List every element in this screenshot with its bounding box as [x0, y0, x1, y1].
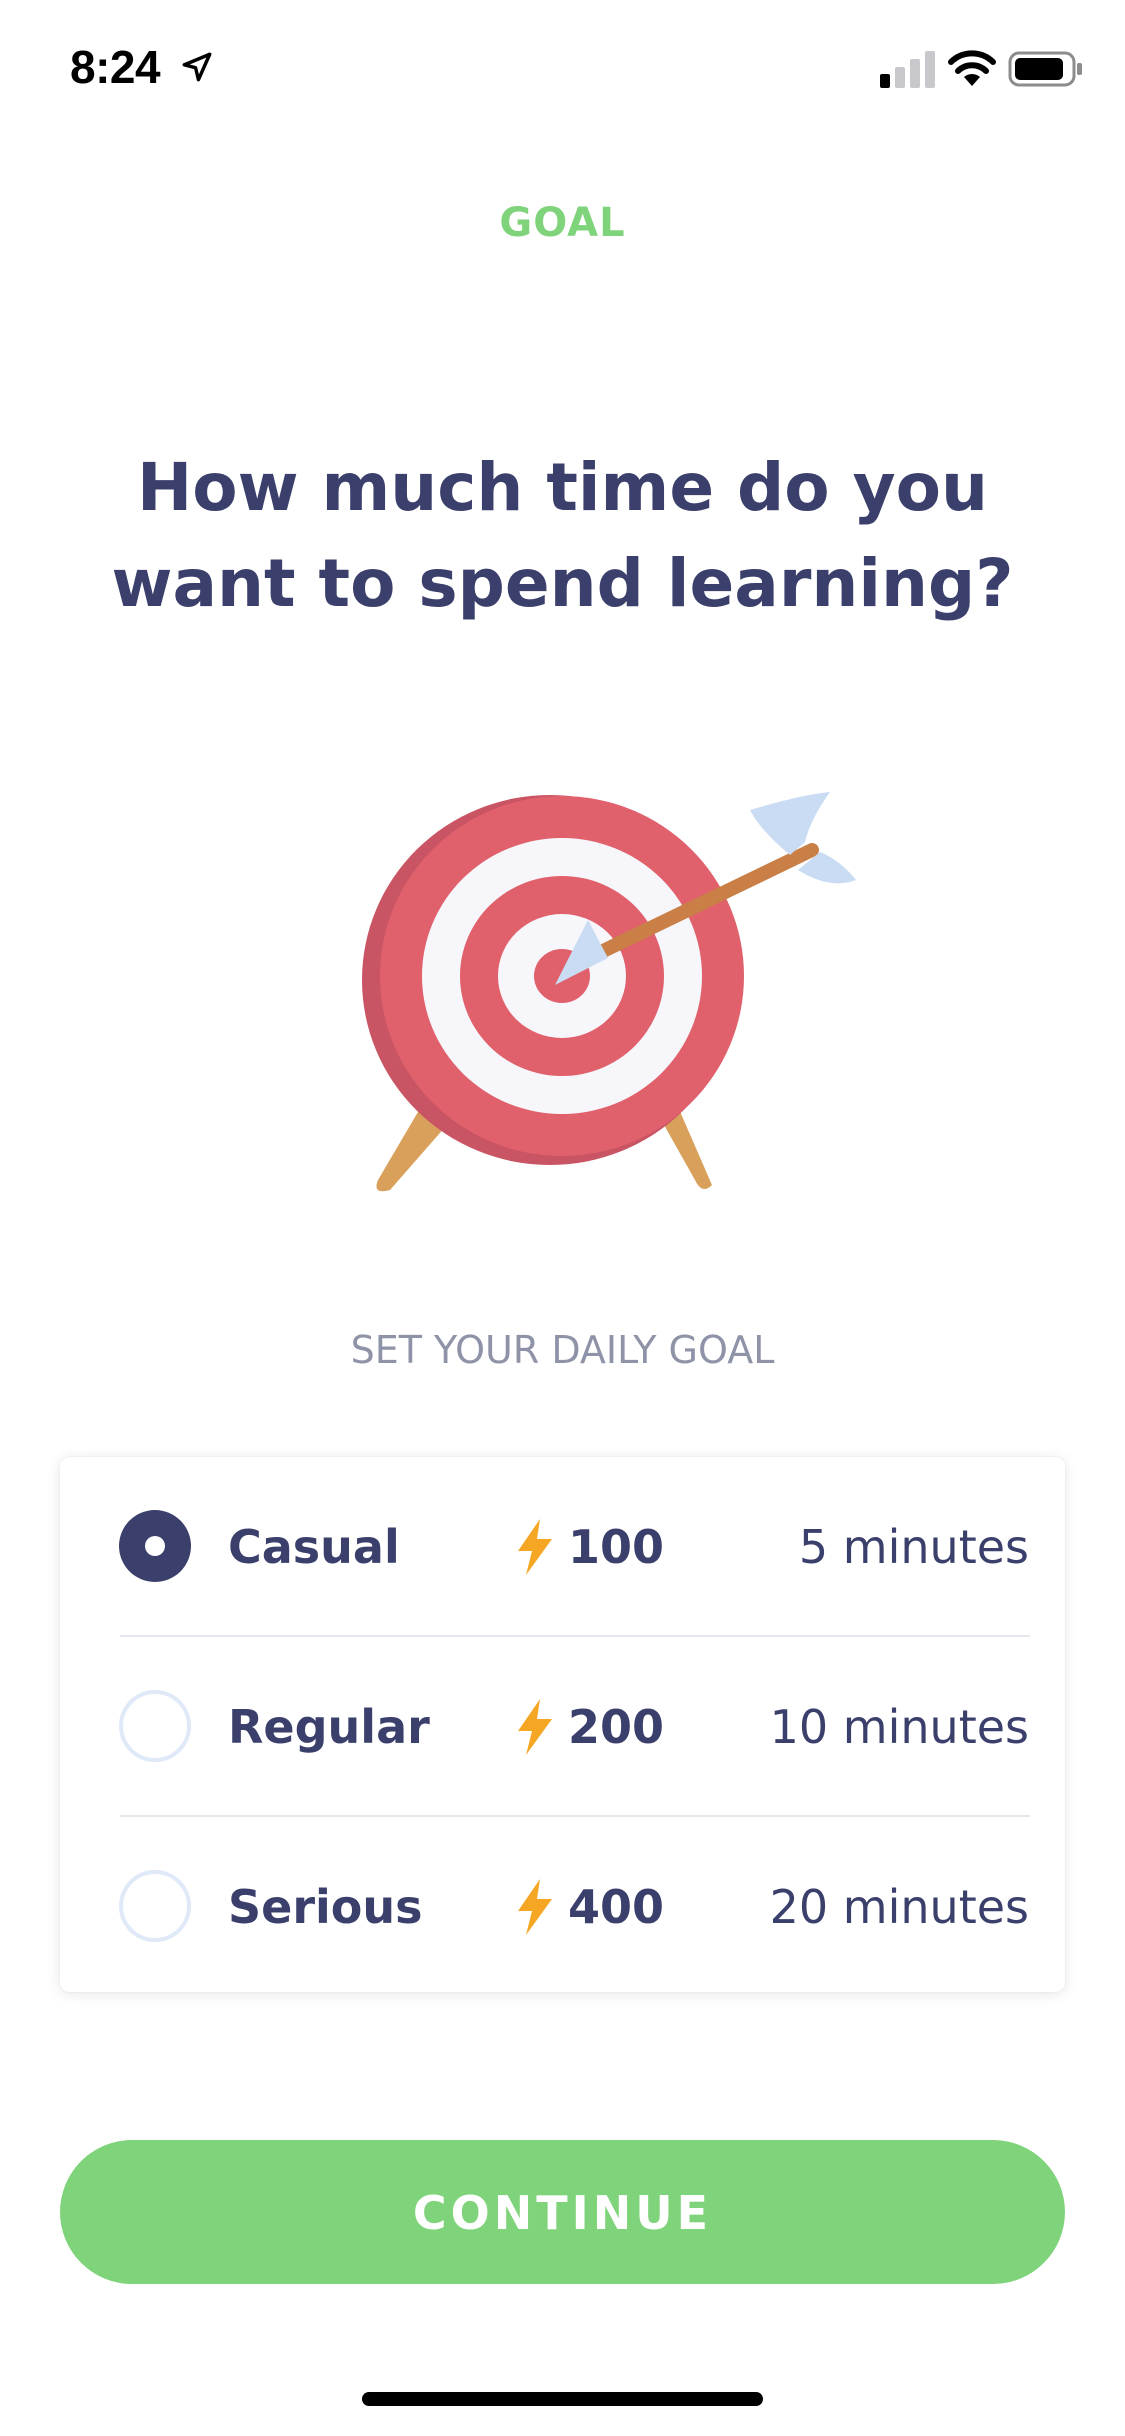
cellular-signal-icon — [880, 51, 935, 88]
goal-option-time: 10 minutes — [769, 1700, 1029, 1754]
radio-button-unselected[interactable] — [119, 1870, 191, 1942]
goal-option-xp: 200 — [568, 1700, 665, 1754]
goal-option-xp: 100 — [568, 1520, 665, 1574]
goal-option-casual[interactable]: Casual 100 5 minutes — [60, 1457, 1065, 1637]
page-title: How much time do you want to spend learn… — [111, 449, 1014, 622]
goal-option-regular[interactable]: Regular 200 10 minutes — [60, 1637, 1065, 1817]
daily-goal-section-label: SET YOUR DAILY GOAL — [350, 1328, 775, 1372]
lightning-bolt-icon — [518, 1699, 552, 1755]
goal-option-serious[interactable]: Serious 400 20 minutes — [60, 1817, 1065, 1997]
radio-button-selected[interactable] — [119, 1510, 191, 1582]
status-bar: 8:24 — [0, 0, 1125, 132]
goal-option-time: 20 minutes — [769, 1880, 1029, 1934]
daily-goal-options-card: Casual 100 5 minutes Regular 200 10 minu… — [60, 1457, 1065, 1992]
lightning-bolt-icon — [518, 1519, 552, 1575]
target-with-arrow-illustration — [362, 792, 856, 1192]
goal-option-name: Casual — [228, 1520, 400, 1574]
home-indicator[interactable] — [362, 2392, 763, 2406]
step-label: GOAL — [499, 200, 626, 246]
lightning-bolt-icon — [518, 1879, 552, 1935]
goal-option-xp: 400 — [568, 1880, 665, 1934]
continue-button[interactable]: CONTINUE — [60, 2140, 1065, 2284]
goal-option-name: Serious — [228, 1880, 423, 1934]
radio-button-unselected[interactable] — [119, 1690, 191, 1762]
battery-icon — [1008, 51, 1082, 87]
goal-option-name: Regular — [228, 1700, 430, 1754]
location-arrow-icon — [182, 52, 212, 82]
goal-option-time: 5 minutes — [798, 1520, 1029, 1574]
status-time: 8:24 — [70, 41, 161, 93]
wifi-icon — [948, 50, 996, 86]
